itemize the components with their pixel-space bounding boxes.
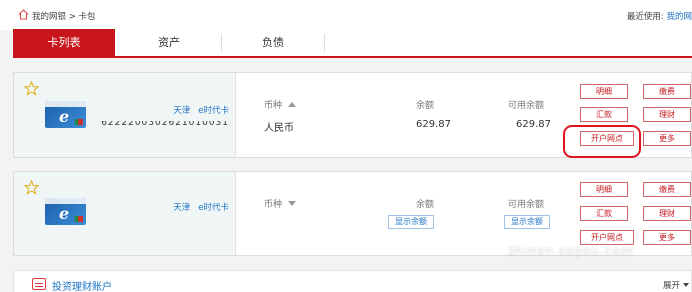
remit-button[interactable]: 汇款 (580, 107, 628, 122)
card-type: e时代卡 (198, 106, 229, 116)
investment-title[interactable]: 投资理财账户 (52, 278, 112, 292)
balance-header: 余额 (416, 101, 435, 111)
pay-bill-button[interactable]: 缴费 (643, 84, 691, 99)
card-info: e 天津 e时代卡 (14, 172, 236, 255)
star-icon[interactable] (24, 180, 39, 195)
detail-button[interactable]: 明细 (580, 182, 628, 197)
breadcrumb[interactable]: 我的网银 > 卡包 (32, 10, 96, 22)
tab-assets[interactable]: 资产 (117, 29, 221, 56)
sort-down-icon (288, 201, 297, 206)
investment-panel: 投资理财账户 展开 (13, 270, 692, 292)
more-button[interactable]: 更多 (643, 131, 691, 146)
card-image: e (45, 198, 86, 225)
recent-used-link[interactable]: 我的网 (666, 12, 692, 22)
available-header: 可用余额 (508, 200, 545, 210)
pay-bill-button[interactable]: 缴费 (643, 182, 691, 197)
card-number: 6222200302621010031 (101, 121, 229, 128)
card-title[interactable]: 天津 e时代卡 (173, 104, 229, 116)
detail-button[interactable]: 明细 (580, 84, 628, 99)
expand-toggle[interactable]: 展开 (663, 279, 689, 291)
currency-header[interactable]: 币种 (264, 197, 297, 210)
more-button[interactable]: 更多 (643, 230, 691, 245)
chevron-down-icon (683, 283, 689, 287)
available-header: 可用余额 (508, 101, 545, 111)
watermark: zhinan.sogou.com (508, 244, 634, 258)
balance-value: 629.87 (416, 119, 451, 130)
show-balance-button[interactable]: 显示余额 (388, 215, 434, 229)
star-icon[interactable] (24, 81, 39, 96)
expand-label: 展开 (662, 281, 680, 291)
currency-header-label: 币种 (264, 101, 283, 111)
tab-bar: 卡列表 资产 负债 (13, 29, 692, 58)
tab-divider (324, 34, 325, 52)
tab-card-list[interactable]: 卡列表 (13, 29, 115, 56)
card-title[interactable]: 天津 e时代卡 (173, 201, 229, 213)
card-info: e 天津 e时代卡 6222200302621010031 (14, 73, 236, 157)
available-value: 629.87 (516, 119, 551, 130)
tab-liabilities[interactable]: 负债 (222, 29, 324, 56)
recent-used: 最近使用: 我的网 (627, 10, 692, 22)
recent-used-label: 最近使用: (626, 12, 664, 22)
currency-header[interactable]: 币种 (264, 98, 297, 111)
account-icon (32, 278, 46, 290)
balance-header: 余额 (416, 200, 435, 210)
card-region: 天津 (173, 203, 191, 213)
sort-up-icon (288, 102, 297, 107)
home-icon[interactable] (18, 9, 29, 20)
card-image: e (45, 101, 86, 128)
currency-value: 人民币 (264, 123, 294, 134)
remit-button[interactable]: 汇款 (580, 206, 628, 221)
card-type: e时代卡 (198, 203, 229, 213)
finance-button[interactable]: 理财 (643, 107, 691, 122)
show-available-button[interactable]: 显示余额 (504, 215, 550, 229)
top-bar: 我的网银 > 卡包 最近使用: 我的网 (0, 0, 692, 30)
branch-button[interactable]: 开户网点 (580, 230, 634, 245)
highlight-ring (563, 125, 641, 158)
card-region: 天津 (173, 106, 191, 116)
currency-header-label: 币种 (264, 200, 283, 210)
finance-button[interactable]: 理财 (643, 206, 691, 221)
